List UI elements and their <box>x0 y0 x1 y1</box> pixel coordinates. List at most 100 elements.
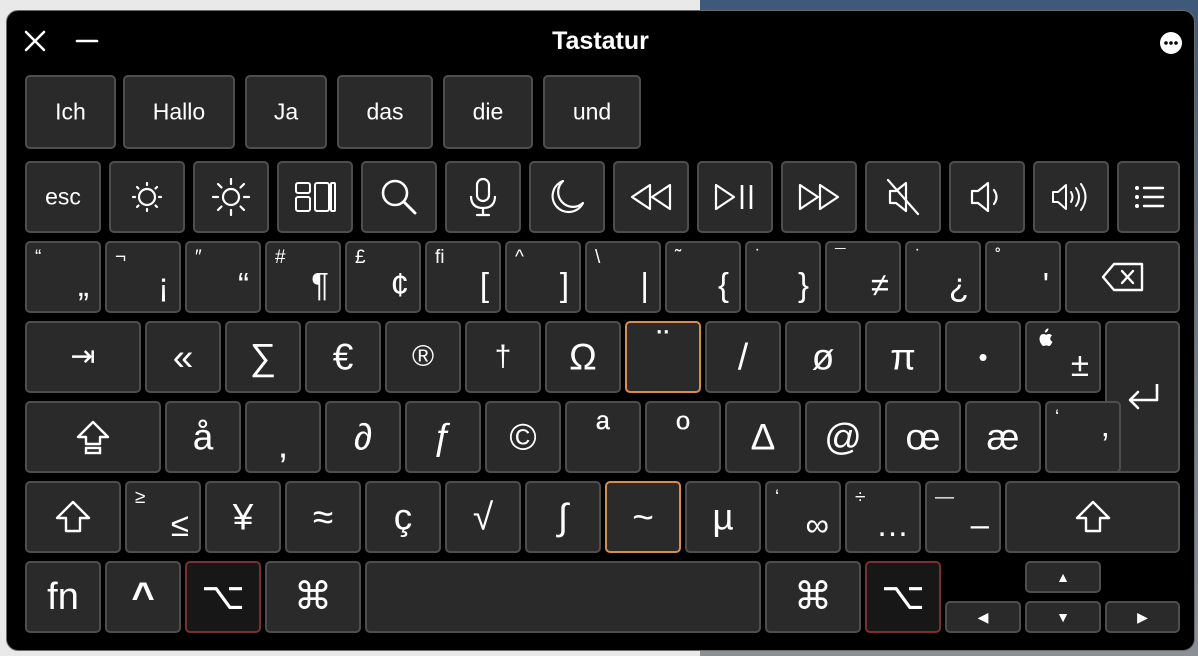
key-dictation[interactable] <box>445 161 521 233</box>
key-comma[interactable]: ‘∞ <box>765 481 841 553</box>
key-caps-lock[interactable] <box>25 401 161 473</box>
key-number-4[interactable]: # ¶ <box>265 241 341 313</box>
key-number-3[interactable]: ″ “ <box>185 241 261 313</box>
key-spotlight[interactable] <box>361 161 437 233</box>
key-g[interactable]: © <box>485 401 561 473</box>
key-less-than[interactable]: ≥ ≤ <box>125 481 201 553</box>
suggestion-ich[interactable]: Ich <box>25 75 116 149</box>
key-command-left[interactable]: ⌘ <box>265 561 361 633</box>
key-a-umlaut[interactable]: æ <box>965 401 1041 473</box>
key-i[interactable]: / <box>705 321 781 393</box>
key-esc[interactable]: esc <box>25 161 101 233</box>
key-n-dead-tilde[interactable]: ~ <box>605 481 681 553</box>
key-delete[interactable] <box>1065 241 1180 313</box>
shift-icon <box>1075 500 1110 533</box>
key-number-1[interactable]: “„ <box>25 241 101 313</box>
key-z[interactable]: Ω <box>545 321 621 393</box>
key-number-0[interactable]: ˙} <box>745 241 821 313</box>
key-arrow-down[interactable]: ▼ <box>1025 601 1101 633</box>
key-x[interactable]: ≈ <box>285 481 361 553</box>
key-u-dead-umlaut[interactable]: ¨ <box>625 321 701 393</box>
key-option-right[interactable]: ⌥ <box>865 561 941 633</box>
key-brightness-up[interactable] <box>193 161 269 233</box>
suggestion-hallo[interactable]: Hallo <box>123 75 235 149</box>
key-mission-control[interactable] <box>277 161 353 233</box>
key-fast-forward[interactable] <box>781 161 857 233</box>
do-not-disturb-moon-icon <box>551 179 585 214</box>
key-o-umlaut[interactable]: œ <box>885 401 961 473</box>
key-period[interactable]: ÷… <box>845 481 921 553</box>
suggestion-das[interactable]: das <box>337 75 433 149</box>
key-s[interactable]: , <box>245 401 321 473</box>
key-arrow-left[interactable]: ◀ <box>945 601 1021 633</box>
key-c[interactable]: ç <box>365 481 441 553</box>
key-fn[interactable]: fn <box>25 561 101 633</box>
key-t[interactable]: † <box>465 321 541 393</box>
key-e[interactable]: € <box>305 321 381 393</box>
key-number-6[interactable]: ﬁ[ <box>425 241 501 313</box>
key-number-9[interactable]: ˜{ <box>665 241 741 313</box>
key-h[interactable]: ª <box>565 401 641 473</box>
key-space[interactable] <box>365 561 761 633</box>
key-command-right[interactable]: ⌘ <box>765 561 861 633</box>
key-main-label: – <box>970 506 989 543</box>
key-q[interactable]: « <box>145 321 221 393</box>
key-arrow-up[interactable]: ▲ <box>1025 561 1101 593</box>
key-shift-right[interactable] <box>1005 481 1180 553</box>
suggestion-und[interactable]: und <box>543 75 641 149</box>
key-plus[interactable]: ± <box>1025 321 1101 393</box>
key-secondary-label: # <box>275 247 286 268</box>
key-p[interactable]: π <box>865 321 941 393</box>
key-d[interactable]: ∂ <box>325 401 401 473</box>
key-secondary-label: ‘ <box>1055 407 1060 428</box>
key-j[interactable]: º <box>645 401 721 473</box>
key-number-2[interactable]: ¬ ¡ <box>105 241 181 313</box>
key-main-label: „ <box>78 266 89 303</box>
key-do-not-disturb[interactable] <box>529 161 605 233</box>
key-number-8[interactable]: \ | <box>585 241 661 313</box>
key-r[interactable]: ® <box>385 321 461 393</box>
key-hash[interactable]: ‘’ <box>1045 401 1121 473</box>
key-main-label: Ω <box>569 336 597 378</box>
key-control[interactable]: ^ <box>105 561 181 633</box>
key-option-left[interactable]: ⌥ <box>185 561 261 633</box>
key-icon-wrap <box>1067 260 1178 294</box>
key-acute[interactable]: ˙ ¿ <box>905 241 981 313</box>
key-main-label: • <box>978 342 988 372</box>
key-o[interactable]: ø <box>785 321 861 393</box>
key-play-pause[interactable] <box>697 161 773 233</box>
key-grave[interactable]: ˚ ' <box>985 241 1061 313</box>
key-number-5[interactable]: £ ¢ <box>345 241 421 313</box>
suggestion-ja[interactable]: Ja <box>245 75 327 149</box>
key-rewind[interactable] <box>613 161 689 233</box>
key-main-label: ’ <box>1101 426 1109 463</box>
key-sharp-s[interactable]: ¯ ≠ <box>825 241 901 313</box>
key-v[interactable]: √ <box>445 481 521 553</box>
key-icon-wrap <box>531 175 603 219</box>
more-options-button[interactable] <box>1160 32 1182 54</box>
key-main-label: µ <box>712 496 734 538</box>
key-w[interactable]: ∑ <box>225 321 301 393</box>
key-main-label: ø <box>811 336 835 378</box>
key-b[interactable]: ∫ <box>525 481 601 553</box>
key-list[interactable] <box>1117 161 1180 233</box>
key-l[interactable]: @ <box>805 401 881 473</box>
key-a[interactable]: å <box>165 401 241 473</box>
key-y[interactable]: ¥ <box>205 481 281 553</box>
suggestion-die[interactable]: die <box>443 75 533 149</box>
key-f[interactable]: ƒ <box>405 401 481 473</box>
key-u-umlaut[interactable]: • <box>945 321 1021 393</box>
key-number-7[interactable]: ^] <box>505 241 581 313</box>
key-main-label: π <box>890 336 916 378</box>
key-arrow-right[interactable]: ▶ <box>1105 601 1180 633</box>
key-m[interactable]: µ <box>685 481 761 553</box>
key-minus[interactable]: — – <box>925 481 1001 553</box>
key-brightness-down[interactable] <box>109 161 185 233</box>
key-volume-up[interactable] <box>1033 161 1109 233</box>
key-shift-left[interactable] <box>25 481 121 553</box>
key-k[interactable]: ∆ <box>725 401 801 473</box>
key-tab[interactable]: ⇥ <box>25 321 141 393</box>
key-mute[interactable] <box>865 161 941 233</box>
key-volume-down[interactable] <box>949 161 1025 233</box>
key-main-label: æ <box>986 416 1020 458</box>
